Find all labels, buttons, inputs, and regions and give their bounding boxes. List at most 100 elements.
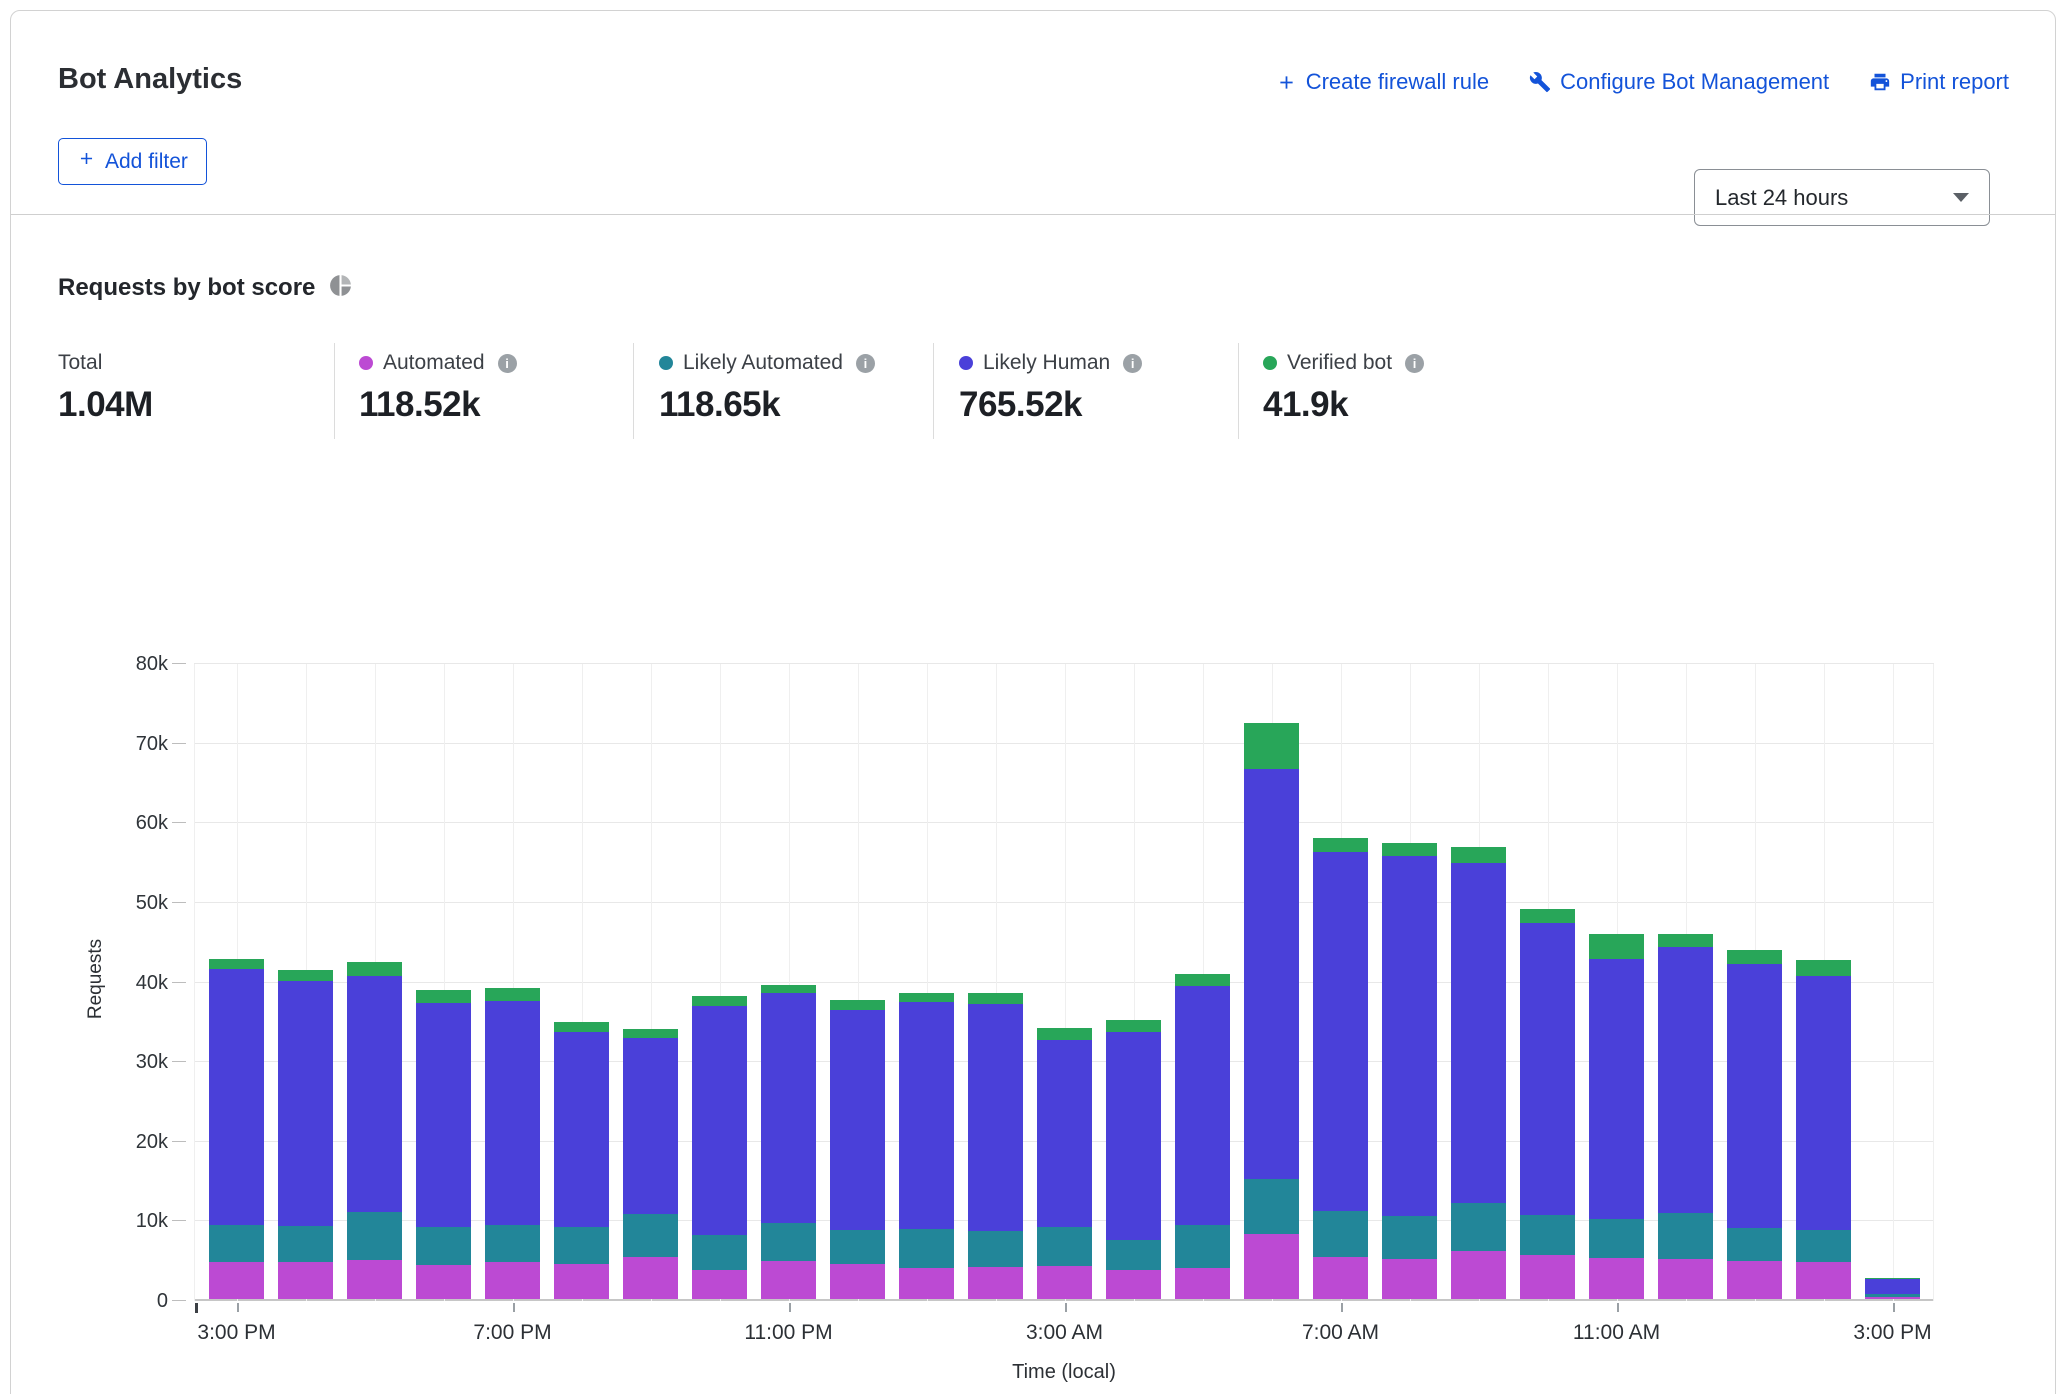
add-filter-label: Add filter (105, 150, 188, 174)
chart-bar[interactable] (1175, 974, 1230, 1299)
bar-segment-verified-bot (1451, 847, 1506, 863)
bar-segment-automated (1244, 1234, 1299, 1299)
y-axis-title: Requests (85, 931, 107, 1027)
bar-segment-likely-automated (347, 1212, 402, 1260)
bar-segment-automated (278, 1262, 333, 1299)
chart-bar[interactable] (416, 990, 471, 1299)
legend-dot-likely-human (959, 356, 973, 370)
time-range-value: Last 24 hours (1715, 185, 1848, 211)
bar-segment-automated (1175, 1268, 1230, 1299)
bar-segment-likely-human (1658, 947, 1713, 1213)
bar-segment-automated (554, 1264, 609, 1299)
print-report-link[interactable]: Print report (1869, 69, 2009, 95)
bar-segment-automated (1451, 1251, 1506, 1299)
chart-bar[interactable] (554, 1022, 609, 1299)
chart-bar[interactable] (623, 1029, 678, 1299)
y-axis-tick (172, 982, 186, 983)
bar-segment-likely-human (278, 981, 333, 1226)
gridline (1933, 664, 1934, 1301)
chart-bar[interactable] (278, 970, 333, 1299)
requests-by-bot-score-chart: Requests Time (local) 010k20k30k40k50k60… (194, 664, 1934, 1301)
bar-segment-likely-human (761, 993, 816, 1223)
bar-segment-verified-bot (278, 970, 333, 980)
info-icon[interactable] (1405, 354, 1424, 373)
create-firewall-rule-label: Create firewall rule (1306, 69, 1489, 95)
chart-bar[interactable] (1796, 960, 1851, 1299)
y-axis-tick (172, 822, 186, 823)
bar-segment-likely-automated (416, 1227, 471, 1264)
gridline (1893, 664, 1894, 1301)
section-title-row: Requests by bot score (58, 273, 353, 303)
bar-segment-likely-human (485, 1001, 540, 1226)
y-tick-label: 50k (106, 891, 168, 915)
bar-segment-verified-bot (1382, 843, 1437, 857)
bar-segment-likely-automated (830, 1230, 885, 1264)
bar-segment-verified-bot (554, 1022, 609, 1032)
legend-dot-automated (359, 356, 373, 370)
chart-bar[interactable] (1382, 843, 1437, 1299)
chart-bar[interactable] (1658, 934, 1713, 1299)
info-icon[interactable] (856, 354, 875, 373)
plus-icon (77, 149, 96, 174)
stat-total-value: 1.04M (58, 385, 153, 425)
stat-likely-automated-label: Likely Automated (683, 351, 843, 375)
x-axis-tick (237, 1303, 239, 1312)
bar-segment-likely-automated (209, 1225, 264, 1262)
bar-segment-verified-bot (1244, 723, 1299, 768)
bot-analytics-card: Bot Analytics Create firewall rule Confi… (10, 10, 2056, 1394)
chart-bar[interactable] (1727, 950, 1782, 1299)
bar-segment-likely-automated (278, 1226, 333, 1262)
chart-bar[interactable] (1106, 1020, 1161, 1299)
chart-bar[interactable] (692, 996, 747, 1299)
bar-segment-automated (1313, 1257, 1368, 1299)
chart-bar[interactable] (1313, 838, 1368, 1299)
chart-bar[interactable] (485, 988, 540, 1299)
y-axis-tick (172, 1141, 186, 1142)
stat-total-label: Total (58, 351, 102, 375)
bar-segment-verified-bot (830, 1000, 885, 1010)
stat-automated: Automated 118.52k (359, 351, 517, 425)
bar-segment-automated (1658, 1259, 1713, 1299)
chart-bar[interactable] (830, 1000, 885, 1299)
info-icon[interactable] (1123, 354, 1142, 373)
bar-segment-likely-automated (1175, 1225, 1230, 1268)
bar-segment-automated (692, 1270, 747, 1300)
header-actions: Create firewall rule Configure Bot Manag… (1276, 69, 2009, 95)
chart-bar[interactable] (209, 959, 264, 1299)
configure-bot-management-link[interactable]: Configure Bot Management (1529, 69, 1829, 95)
chart-bar[interactable] (1589, 934, 1644, 1299)
bar-segment-automated (1106, 1270, 1161, 1299)
bar-segment-verified-bot (623, 1029, 678, 1038)
chart-bar[interactable] (761, 985, 816, 1299)
y-tick-label: 30k (106, 1050, 168, 1074)
bar-segment-likely-human (347, 976, 402, 1213)
add-filter-button[interactable]: Add filter (58, 138, 207, 185)
x-axis-tick (1893, 1303, 1895, 1312)
chart-bar[interactable] (968, 993, 1023, 1299)
info-icon[interactable] (498, 354, 517, 373)
bar-segment-likely-automated (1106, 1240, 1161, 1270)
chart-bar[interactable] (1451, 847, 1506, 1299)
y-axis-tick (172, 743, 186, 744)
bar-segment-likely-automated (1382, 1216, 1437, 1259)
bar-segment-likely-human (623, 1038, 678, 1214)
bar-segment-likely-human (416, 1003, 471, 1228)
chart-bar[interactable] (1244, 723, 1299, 1299)
x-tick-label: 7:00 AM (1271, 1321, 1411, 1345)
chart-bar[interactable] (1520, 909, 1575, 1299)
time-range-select[interactable]: Last 24 hours (1694, 169, 1990, 226)
bot-analytics-page: Bot Analytics Create firewall rule Confi… (0, 0, 2070, 1394)
stat-automated-label: Automated (383, 351, 485, 375)
legend-dot-verified-bot (1263, 356, 1277, 370)
bar-segment-likely-automated (1727, 1228, 1782, 1261)
create-firewall-rule-link[interactable]: Create firewall rule (1276, 69, 1489, 95)
stat-likely-human: Likely Human 765.52k (959, 351, 1142, 425)
x-tick-label: 11:00 AM (1547, 1321, 1687, 1345)
chart-bar[interactable] (899, 993, 954, 1299)
chart-bar[interactable] (347, 962, 402, 1299)
bar-segment-likely-human (1865, 1279, 1920, 1294)
bar-segment-automated (899, 1268, 954, 1299)
stats-row: Total 1.04M Automated 118.52k Likely Aut… (11, 343, 2057, 447)
chart-bar[interactable] (1865, 1278, 1920, 1299)
chart-bar[interactable] (1037, 1028, 1092, 1299)
